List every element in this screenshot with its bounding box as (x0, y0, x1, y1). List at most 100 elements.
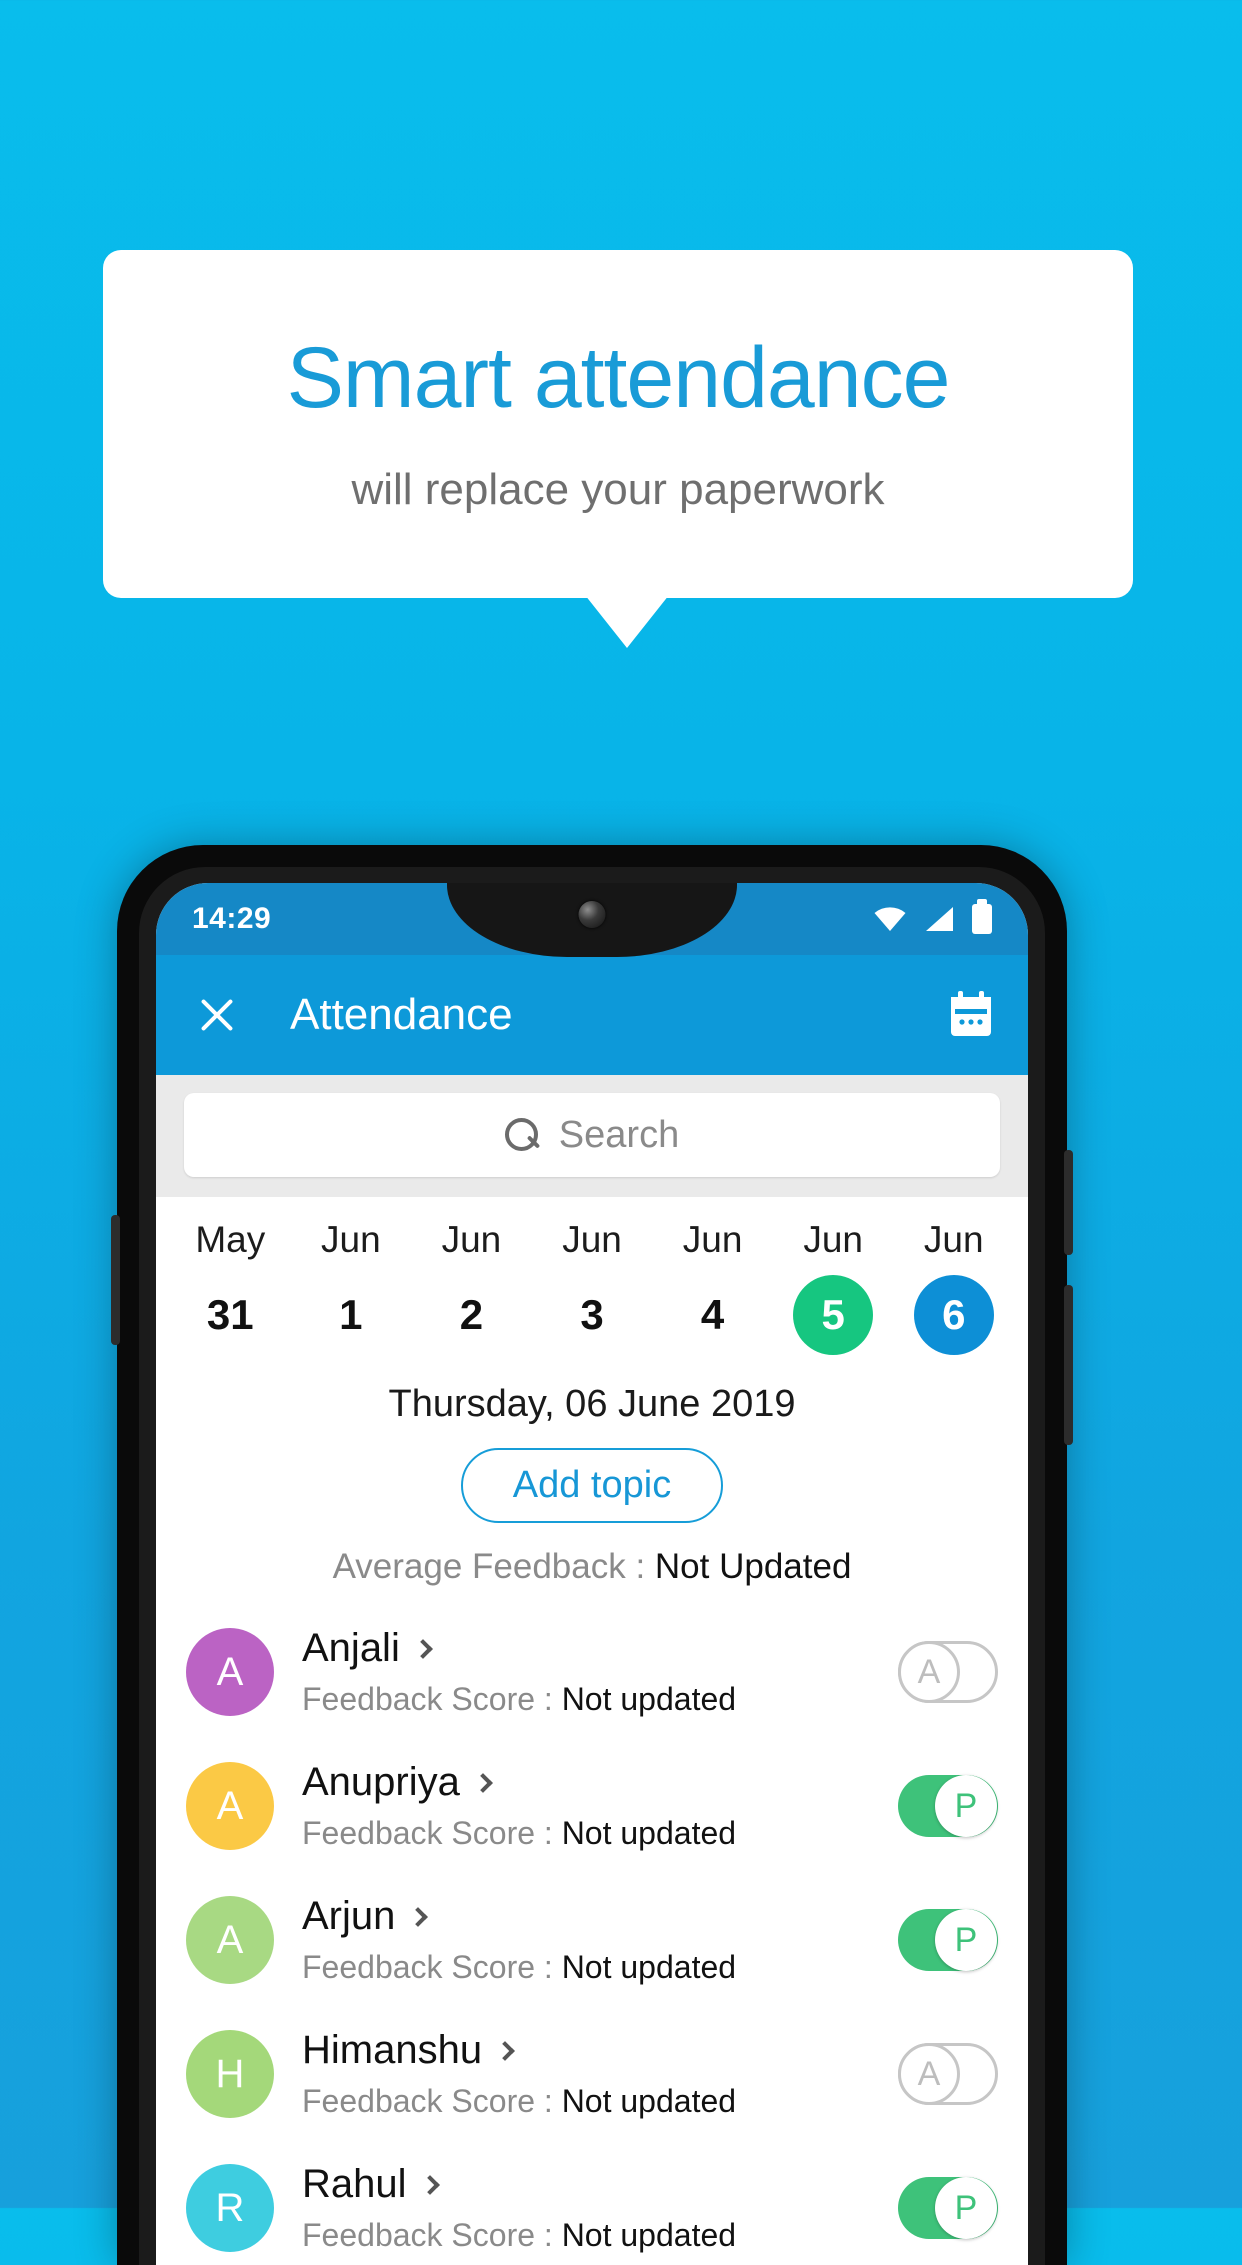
feedback-score-label: Feedback Score : (302, 1815, 562, 1851)
feedback-score-label: Feedback Score : (302, 1681, 562, 1717)
date-day[interactable]: 3 (552, 1275, 632, 1355)
student-name: Rahul (302, 2162, 407, 2206)
student-row[interactable]: A Arjun Feedback Score : Not updated P (156, 1873, 1028, 2007)
student-feedback-score: Feedback Score : Not updated (302, 1815, 898, 1852)
feedback-score-label: Feedback Score : (302, 1949, 562, 1985)
date-cell[interactable]: Jun 1 (291, 1219, 412, 1355)
chevron-right-icon[interactable] (419, 2174, 440, 2195)
front-camera-icon (578, 901, 606, 928)
average-feedback-value: Not Updated (654, 1547, 852, 1586)
attendance-toggle-knob: P (935, 1775, 997, 1837)
avatar: H (186, 2030, 274, 2118)
student-name: Anjali (302, 1626, 400, 1670)
student-feedback-score: Feedback Score : Not updated (302, 1949, 898, 1986)
phone-bezel: 14:29 Attendance Search May 31 Jun 1 Jun… (139, 867, 1045, 2265)
power-button[interactable] (1064, 1150, 1073, 1255)
student-info: Arjun Feedback Score : Not updated (302, 1894, 898, 1986)
attendance-toggle-knob: A (898, 1641, 960, 1703)
feedback-score-value: Not updated (561, 2217, 737, 2253)
status-time: 14:29 (192, 902, 272, 935)
average-feedback-label: Average Feedback : (332, 1547, 655, 1586)
attendance-toggle[interactable]: P (898, 1775, 998, 1837)
date-cell[interactable]: Jun 5 (773, 1219, 894, 1355)
feedback-score-value: Not updated (561, 1815, 737, 1851)
student-name: Arjun (302, 1894, 396, 1938)
status-bar: 14:29 (156, 883, 1028, 957)
app-bar: Attendance (156, 955, 1028, 1075)
battery-icon (972, 899, 992, 934)
search-placeholder: Search (558, 1113, 680, 1156)
avatar: A (186, 1762, 274, 1850)
selected-date-heading: Thursday, 06 June 2019 (388, 1383, 796, 1425)
calendar-icon[interactable] (948, 991, 994, 1039)
date-month: Jun (682, 1219, 743, 1260)
promo-bubble: Smart attendance will replace your paper… (103, 250, 1133, 598)
student-feedback-score: Feedback Score : Not updated (302, 1681, 898, 1718)
app-title: Attendance (290, 990, 513, 1039)
student-name: Himanshu (302, 2028, 483, 2072)
chevron-right-icon[interactable] (495, 2040, 515, 2061)
status-icons (874, 899, 992, 934)
avatar: A (186, 1628, 274, 1716)
date-month: Jun (441, 1219, 502, 1260)
feedback-score-value: Not updated (561, 1681, 737, 1717)
student-list: A Anjali Feedback Score : Not updated A A Anu… (156, 1605, 1028, 2265)
add-topic-button[interactable]: Add topic (460, 1448, 724, 1523)
attendance-toggle[interactable]: P (898, 2177, 998, 2239)
student-info: Anupriya Feedback Score : Not updated (302, 1760, 898, 1852)
chevron-right-icon[interactable] (408, 1906, 429, 1927)
add-topic-container: Add topic (156, 1448, 1028, 1523)
student-row[interactable]: R Rahul Feedback Score : Not updated P (156, 2141, 1028, 2265)
student-info: Anjali Feedback Score : Not updated (302, 1626, 898, 1718)
phone-screen: 14:29 Attendance Search May 31 Jun 1 Jun… (156, 883, 1028, 2265)
student-feedback-score: Feedback Score : Not updated (302, 2217, 898, 2254)
date-cell[interactable]: Jun 3 (532, 1219, 653, 1355)
search-icon (504, 1118, 539, 1152)
date-day[interactable]: 5 (793, 1275, 874, 1355)
attendance-toggle[interactable]: P (898, 1909, 998, 1971)
avatar: A (186, 1896, 274, 1984)
date-month: Jun (562, 1219, 622, 1260)
student-feedback-score: Feedback Score : Not updated (302, 2083, 898, 2120)
volume-button[interactable] (1064, 1285, 1073, 1445)
student-info: Himanshu Feedback Score : Not updated (302, 2028, 898, 2120)
student-row[interactable]: A Anupriya Feedback Score : Not updated P (156, 1739, 1028, 1873)
close-icon[interactable] (190, 988, 244, 1042)
date-cell[interactable]: Jun 6 (893, 1219, 1014, 1355)
date-cell[interactable]: May 31 (170, 1219, 291, 1355)
date-cell[interactable]: Jun 2 (411, 1219, 532, 1355)
attendance-toggle[interactable]: A (898, 2043, 998, 2105)
phone-mockup: 14:29 Attendance Search May 31 Jun 1 Jun… (111, 845, 1073, 2265)
feedback-score-value: Not updated (561, 1949, 737, 1985)
student-name-line[interactable]: Anjali (302, 1626, 898, 1671)
date-day[interactable]: 6 (913, 1275, 994, 1355)
student-name-line[interactable]: Arjun (302, 1894, 898, 1939)
chevron-right-icon[interactable] (472, 1772, 493, 1793)
student-row[interactable]: H Himanshu Feedback Score : Not updated A (156, 2007, 1028, 2141)
student-row[interactable]: A Anjali Feedback Score : Not updated A (156, 1605, 1028, 1739)
attendance-toggle-knob: P (935, 2177, 997, 2239)
student-name-line[interactable]: Rahul (302, 2162, 898, 2207)
date-day[interactable]: 1 (311, 1275, 391, 1355)
feedback-score-label: Feedback Score : (302, 2083, 562, 2119)
promo-subtitle: will replace your paperwork (351, 465, 885, 515)
date-month: May (195, 1219, 266, 1260)
date-month: Jun (321, 1219, 381, 1260)
avatar: R (186, 2164, 274, 2252)
feedback-score-label: Feedback Score : (302, 2217, 562, 2253)
student-name-line[interactable]: Himanshu (302, 2028, 898, 2073)
attendance-toggle-knob: A (898, 2043, 960, 2105)
assistant-button[interactable] (111, 1215, 120, 1345)
date-day[interactable]: 4 (673, 1275, 753, 1355)
student-name: Anupriya (302, 1760, 460, 1804)
attendance-toggle[interactable]: A (898, 1641, 998, 1703)
date-cell[interactable]: Jun 4 (652, 1219, 773, 1355)
feedback-score-value: Not updated (561, 2083, 737, 2119)
search-bar-container: Search (156, 1075, 1028, 1197)
student-name-line[interactable]: Anupriya (302, 1760, 898, 1805)
date-month: Jun (923, 1219, 984, 1260)
search-input[interactable]: Search (184, 1093, 1000, 1177)
chevron-right-icon[interactable] (412, 1638, 433, 1659)
date-day[interactable]: 31 (190, 1275, 270, 1355)
date-day[interactable]: 2 (431, 1275, 511, 1355)
